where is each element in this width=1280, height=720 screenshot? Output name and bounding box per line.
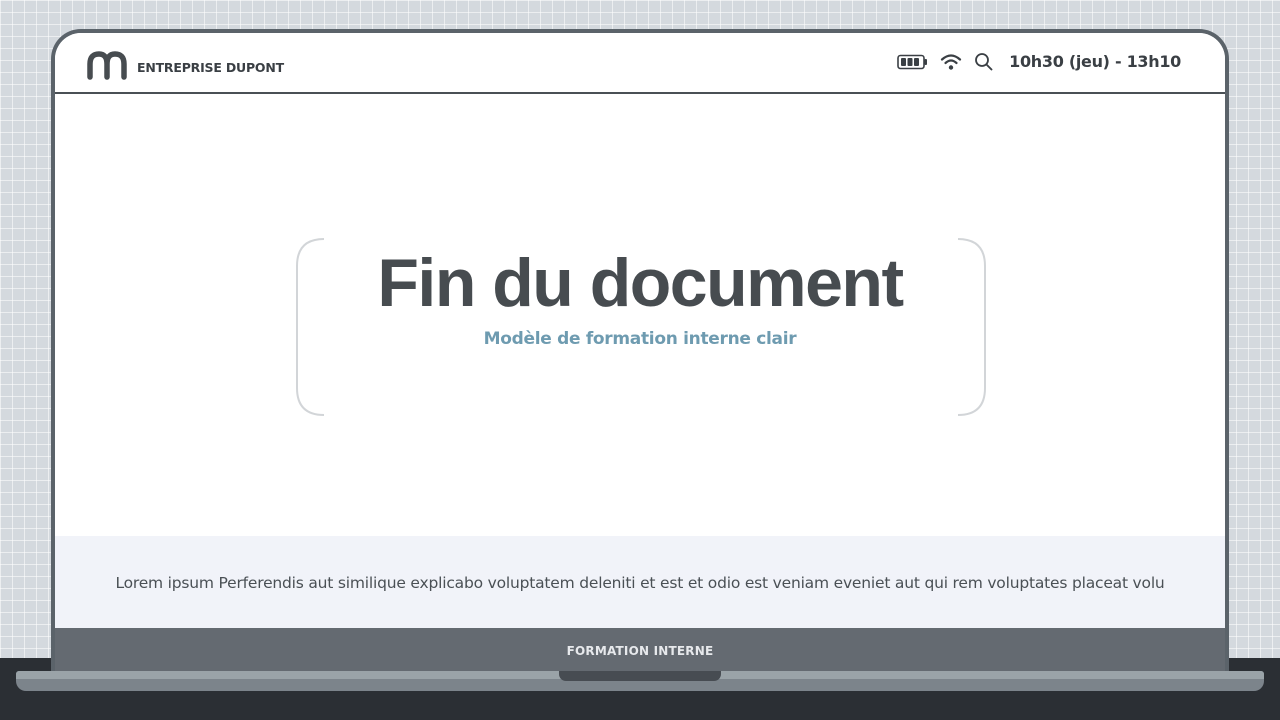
slide-screen: ENTREPRISE DUPONT 10h30 (jeu) - 13h10 Fi…	[55, 33, 1225, 679]
footer-label: FORMATION INTERNE	[566, 644, 714, 658]
hero-section: Fin du document Modèle de formation inte…	[55, 96, 1225, 536]
clock-text: 10h30 (jeu) - 13h10	[1009, 52, 1181, 71]
hero-subtitle: Modèle de formation interne clair	[483, 329, 797, 349]
text-band: Lorem ipsum Perferendis aut similique ex…	[55, 536, 1225, 628]
laptop-base	[16, 671, 1264, 691]
m-logo-icon	[87, 50, 127, 84]
wifi-icon	[940, 53, 962, 71]
laptop-screen-bezel: ENTREPRISE DUPONT 10h30 (jeu) - 13h10 Fi…	[51, 29, 1229, 679]
battery-icon	[897, 54, 928, 70]
band-text: Lorem ipsum Perferendis aut similique ex…	[115, 574, 1165, 592]
laptop-notch	[559, 671, 721, 681]
search-icon[interactable]	[974, 52, 993, 71]
brand: ENTREPRISE DUPONT	[87, 50, 284, 84]
brand-name: ENTREPRISE DUPONT	[137, 59, 284, 75]
hero-title: Fin du document	[377, 245, 904, 321]
status-area: 10h30 (jeu) - 13h10	[897, 52, 1181, 71]
top-bar: ENTREPRISE DUPONT 10h30 (jeu) - 13h10	[55, 33, 1225, 94]
